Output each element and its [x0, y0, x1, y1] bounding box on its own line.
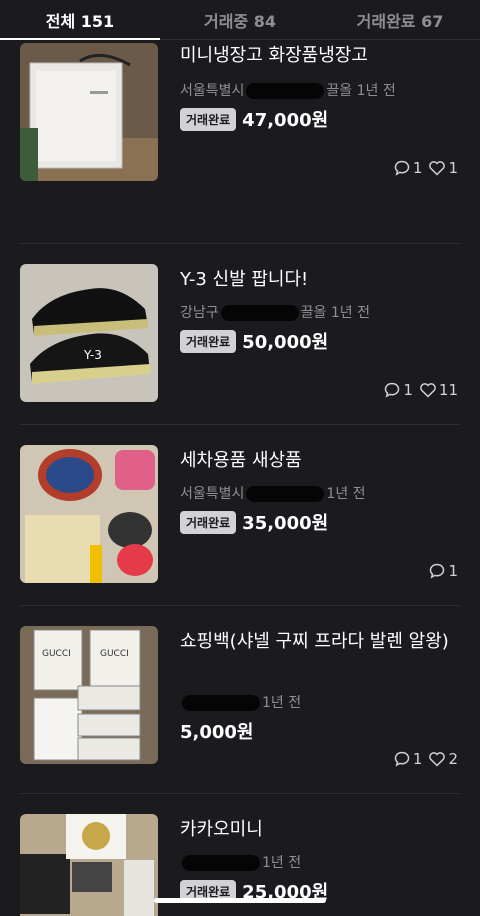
status-badge: 거래완료: [180, 510, 237, 534]
reaction-counts: 1 2: [393, 750, 458, 768]
home-indicator: [154, 898, 326, 903]
heart-icon: [419, 381, 437, 399]
product-meta: 서울특별시 끌올 1년 전: [180, 80, 396, 100]
kakao-mini-image: [20, 814, 158, 916]
heart-icon: [428, 159, 446, 177]
product-price: 50,000원: [242, 332, 329, 353]
redaction: [246, 83, 325, 99]
product-meta: 강남구 끌올 1년 전: [180, 302, 370, 322]
svg-text:GUCCI: GUCCI: [100, 649, 129, 659]
time-text: 끌올 1년 전: [326, 83, 396, 99]
product-price: 5,000원: [180, 722, 254, 743]
product-meta: 1년 전: [180, 852, 301, 872]
comment-count: 1: [448, 562, 458, 580]
product-price: 35,000원: [242, 513, 329, 534]
chat-bubble-icon: [383, 381, 401, 399]
time-text: 1년 전: [262, 695, 302, 711]
product-title: 쇼핑백(샤넬 구찌 프라다 발렌 알왕): [180, 631, 449, 652]
product-price: 47,000원: [242, 110, 329, 131]
shoes-image: Y-3: [20, 264, 158, 402]
time-text: 1년 전: [262, 855, 302, 871]
list-item[interactable]: 미니냉장고 화장품냉장고 서울특별시 끌올 1년 전 거래완료 47,000원 1…: [0, 0, 480, 244]
reaction-counts: 1 1: [393, 159, 458, 177]
list-item[interactable]: GUCCI GUCCI 쇼핑백(샤넬 구찌 프라다 발렌 알왕) 1년 전 5,…: [0, 606, 480, 794]
svg-text:Y-3: Y-3: [83, 348, 102, 362]
time-text: 끌올 1년 전: [300, 305, 370, 321]
shopping-bags-image: GUCCI GUCCI: [20, 626, 158, 764]
chat-bubble-icon: [428, 562, 446, 580]
reaction-counts: 1 11: [383, 381, 458, 399]
comment-count: 1: [412, 159, 423, 177]
carwash-image: [20, 445, 158, 583]
status-badge: 거래완료: [180, 329, 237, 353]
list-item[interactable]: 세차용품 새상품 서울특별시 1년 전 거래완료 35,000원 1: [0, 425, 480, 606]
chat-bubble-icon: [393, 750, 411, 768]
fridge-image: [20, 43, 158, 181]
price-row: 거래완료 35,000원: [180, 509, 328, 535]
location-text: 서울특별시: [180, 486, 245, 502]
list-item[interactable]: Y-3 Y-3 신발 팝니다! 강남구 끌올 1년 전 거래완료 50,000원 …: [0, 244, 480, 425]
price-row: 거래완료 50,000원: [180, 328, 328, 354]
like-count: 11: [438, 381, 458, 399]
svg-text:GUCCI: GUCCI: [42, 649, 71, 659]
redaction: [246, 486, 325, 502]
product-thumbnail[interactable]: [20, 445, 158, 583]
chat-bubble-icon: [393, 159, 411, 177]
product-thumbnail[interactable]: [20, 814, 158, 916]
redaction: [182, 855, 260, 871]
product-meta: 1년 전: [180, 692, 301, 712]
location-text: 서울특별시: [180, 83, 245, 99]
location-text: 강남구: [180, 305, 219, 321]
price-row: 5,000원: [180, 718, 254, 744]
time-text: 1년 전: [326, 486, 366, 502]
redaction: [220, 305, 299, 321]
product-thumbnail[interactable]: [20, 43, 158, 181]
status-badge: 거래완료: [180, 107, 237, 131]
product-thumbnail[interactable]: GUCCI GUCCI: [20, 626, 158, 764]
like-count: 1: [448, 159, 458, 177]
product-title: Y-3 신발 팝니다!: [180, 269, 309, 290]
comment-count: 1: [412, 750, 423, 768]
heart-icon: [428, 750, 446, 768]
comment-count: 1: [403, 381, 413, 399]
price-row: 거래완료 47,000원: [180, 106, 328, 132]
product-meta: 서울특별시 1년 전: [180, 483, 366, 503]
like-count: 2: [448, 750, 458, 768]
product-title: 미니냉장고 화장품냉장고: [180, 45, 368, 66]
product-thumbnail[interactable]: Y-3: [20, 264, 158, 402]
product-title: 세차용품 새상품: [180, 450, 302, 471]
reaction-counts: 1: [428, 562, 458, 580]
redaction: [182, 695, 260, 711]
product-title: 카카오미니: [180, 819, 263, 840]
